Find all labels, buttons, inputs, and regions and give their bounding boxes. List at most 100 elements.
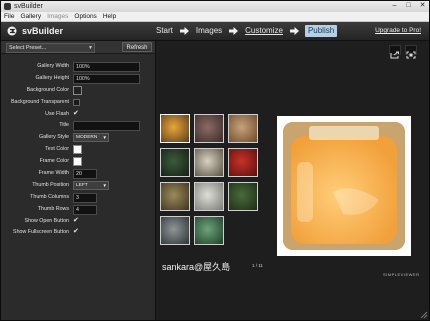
setting-row: Show Fullscreen Button ✔ — [1, 227, 155, 239]
setting-row: Frame Width 20 — [1, 168, 155, 180]
thumbnail-room[interactable] — [194, 114, 224, 143]
setting-row: Use Flash ✔ — [1, 109, 155, 121]
preset-dropdown[interactable]: Select Preset... ▼ — [6, 43, 95, 53]
setting-row: Frame Color — [1, 156, 155, 168]
setting-row: Thumb Rows 4 — [1, 204, 155, 216]
setting-text-field[interactable]: 3 — [73, 192, 97, 203]
setting-row: Gallery Width 100% — [1, 61, 155, 73]
jar-photo — [283, 122, 405, 250]
checkbox[interactable] — [73, 98, 80, 106]
arrow-right-icon — [289, 27, 299, 35]
color-swatch[interactable] — [73, 157, 82, 167]
thumbnail-grass[interactable] — [160, 148, 190, 177]
gallery-preview: sankara@屋久島 1 / 11 SIMPLEVIEWER — [156, 41, 429, 320]
setting-row: Gallery Style MODERN ▼ — [1, 132, 155, 144]
setting-label: Gallery Width — [37, 63, 69, 69]
setting-dropdown[interactable]: MODERN ▼ — [73, 133, 109, 143]
checkmark-icon[interactable]: ✔ — [73, 217, 79, 225]
brand-title: svBuilder — [22, 26, 64, 36]
setting-dropdown-value: MODERN — [76, 135, 98, 141]
setting-label: Frame Color — [39, 158, 69, 165]
chevron-down-icon: ▼ — [88, 45, 93, 51]
chevron-down-icon: ▼ — [102, 182, 107, 188]
setting-label: Frame Width — [38, 170, 69, 177]
setting-row: Show Open Button ✔ — [1, 216, 155, 228]
main-image-frame — [277, 116, 411, 256]
setting-row: Gallery Height 100% — [1, 73, 155, 85]
setting-dropdown-value: LEFT — [76, 182, 88, 188]
thumbnail-jar[interactable] — [160, 114, 190, 143]
setting-text-field[interactable] — [73, 121, 140, 132]
setting-row: Thumb Position LEFT ▼ — [1, 180, 155, 192]
menu-bar: File Gallery Images Options Help — [1, 12, 429, 22]
setting-label: Thumb Columns — [30, 193, 69, 200]
fullscreen-icon — [406, 51, 416, 59]
close-button[interactable]: ✕ — [418, 2, 427, 10]
open-image-button[interactable] — [389, 45, 401, 59]
setting-text-field[interactable]: 100% — [73, 62, 140, 72]
menu-images[interactable]: Images — [47, 12, 68, 21]
setting-text-field[interactable]: 20 — [73, 169, 97, 180]
preset-bar: Select Preset... ▼ Refresh — [1, 41, 155, 54]
open-external-icon — [390, 51, 399, 59]
minimize-button[interactable]: – — [390, 2, 399, 10]
setting-label: Show Fullscreen Button — [13, 229, 69, 236]
menu-help[interactable]: Help — [103, 12, 116, 21]
setting-label: Thumb Position — [32, 181, 69, 188]
setting-text-field[interactable]: 100% — [73, 73, 140, 84]
resize-grip-icon[interactable] — [420, 311, 428, 319]
step-customize[interactable]: Customize — [244, 25, 284, 37]
thumbnail-bicycles[interactable] — [160, 182, 190, 211]
refresh-button[interactable]: Refresh — [122, 42, 152, 52]
arrow-right-icon — [229, 27, 239, 35]
menu-options[interactable]: Options — [74, 12, 96, 21]
setting-label: Use Flash — [45, 110, 69, 117]
thumbnail-flowers[interactable] — [194, 148, 224, 177]
setting-text-field[interactable]: 4 — [73, 204, 97, 215]
watermark: SIMPLEVIEWER — [383, 272, 420, 277]
step-start[interactable]: Start — [155, 25, 174, 37]
setting-dropdown[interactable]: LEFT ▼ — [73, 180, 109, 190]
setting-row: Thumb Columns 3 — [1, 192, 155, 204]
app-header: svBuilder Start Images Customize Publish… — [1, 22, 429, 41]
image-counter: 1 / 11 — [252, 263, 263, 268]
setting-row: Text Color — [1, 144, 155, 156]
color-swatch[interactable] — [73, 145, 82, 155]
upgrade-link[interactable]: Upgrade to Pro! — [375, 27, 421, 34]
app-window: svBuilder – □ ✕ File Gallery Images Opti… — [0, 0, 430, 321]
wizard-steps: Start Images Customize Publish — [155, 25, 338, 37]
thumbnail-strawberries[interactable] — [228, 148, 258, 177]
setting-label: Gallery Height — [35, 74, 69, 81]
checkmark-icon[interactable]: ✔ — [73, 228, 79, 236]
settings-panel: Select Preset... ▼ Refresh Gallery Width… — [1, 41, 156, 320]
setting-label: Show Open Button — [24, 217, 69, 224]
setting-row: Title — [1, 120, 155, 132]
thumbnail-plants[interactable] — [228, 182, 258, 211]
thumbnail-still-life[interactable] — [228, 114, 258, 143]
setting-label: Gallery Style — [38, 134, 69, 141]
window-controls: – □ ✕ — [390, 2, 427, 10]
setting-label: Background Color — [26, 86, 69, 93]
setting-row: Background Transparent — [1, 97, 155, 109]
menu-gallery[interactable]: Gallery — [20, 12, 41, 21]
color-swatch[interactable] — [73, 85, 82, 95]
thumbnail-bottle[interactable] — [194, 182, 224, 211]
setting-label: Thumb Rows — [37, 205, 69, 212]
main-image[interactable] — [283, 122, 405, 250]
logo-icon — [7, 26, 17, 36]
window-title: svBuilder — [14, 3, 43, 10]
app-icon — [4, 3, 11, 10]
settings-list: Gallery Width 100% Gallery Height 100% Backg… — [1, 61, 155, 239]
maximize-button[interactable]: □ — [404, 2, 413, 10]
step-images[interactable]: Images — [195, 25, 223, 37]
chevron-down-icon: ▼ — [102, 135, 107, 141]
step-publish[interactable]: Publish — [304, 25, 338, 37]
preset-dropdown-value: Select Preset... — [9, 45, 47, 51]
menu-file[interactable]: File — [4, 12, 14, 21]
checkmark-icon[interactable]: ✔ — [73, 110, 79, 118]
fullscreen-button[interactable] — [405, 45, 417, 59]
thumbnail-arch[interactable] — [194, 216, 224, 245]
thumbnail-wheel[interactable] — [160, 216, 190, 245]
setting-label: Text Color — [45, 146, 69, 153]
setting-label: Title — [59, 122, 69, 129]
